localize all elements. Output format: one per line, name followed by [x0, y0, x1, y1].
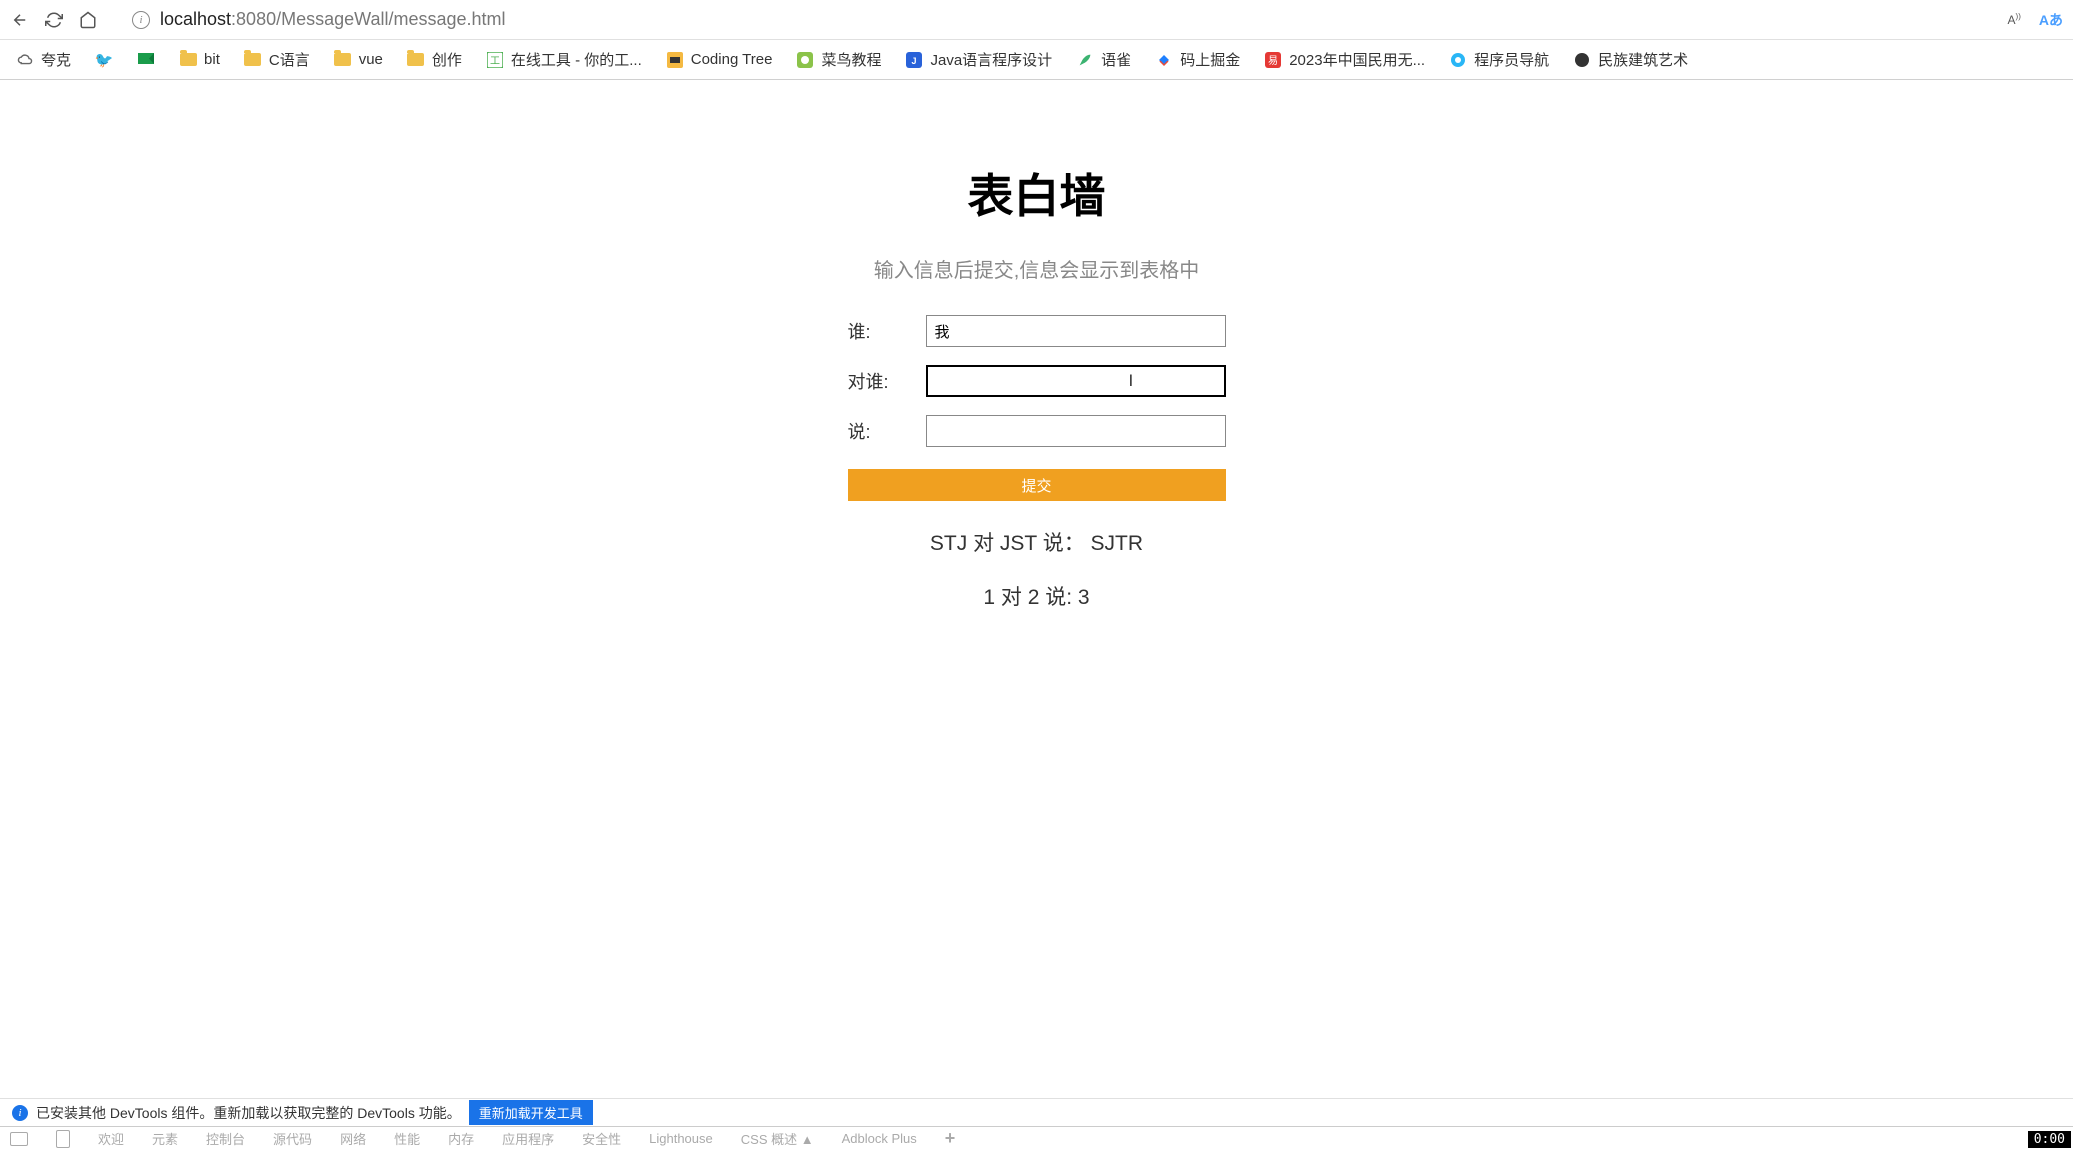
bird-icon: 🐦: [95, 51, 113, 69]
juejin-icon: [1155, 51, 1173, 69]
devtools-notice-text: 已安装其他 DevTools 组件。重新加载以获取完整的 DevTools 功能…: [36, 1103, 461, 1123]
bookmark-label: Coding Tree: [691, 51, 773, 68]
form-row-to: 对谁: I: [847, 365, 1227, 397]
label-to: 对谁:: [848, 368, 926, 394]
devtools-tab[interactable]: 内存: [448, 1129, 474, 1148]
add-tab-icon[interactable]: +: [945, 1128, 956, 1149]
bookmark-item[interactable]: bit: [179, 51, 220, 69]
devtools-tab[interactable]: 欢迎: [98, 1129, 124, 1148]
form-row-who: 谁:: [847, 315, 1227, 347]
input-say[interactable]: [926, 415, 1226, 447]
devtools-tab[interactable]: Adblock Plus: [842, 1131, 917, 1146]
devtools-tabs: 欢迎 元素 控制台 源代码 网络 性能 内存 应用程序 安全性 Lighthou…: [0, 1126, 2073, 1150]
time-overlay: 0:00: [2028, 1131, 2071, 1148]
devtools-tab[interactable]: CSS 概述 ▲: [741, 1129, 814, 1148]
bookmark-label: Java语言程序设计: [930, 49, 1052, 70]
refresh-button[interactable]: [44, 10, 64, 30]
feather-icon: [1076, 51, 1094, 69]
submit-button[interactable]: 提交: [848, 469, 1226, 501]
device-icon[interactable]: [56, 1130, 70, 1148]
label-who: 谁:: [848, 318, 926, 344]
address-bar[interactable]: i localhost:8080/MessageWall/message.htm…: [132, 9, 1994, 30]
translate-icon[interactable]: Aあ: [2039, 10, 2063, 30]
url-text: localhost:8080/MessageWall/message.html: [160, 9, 506, 30]
back-button[interactable]: [10, 10, 30, 30]
bookmark-item[interactable]: 夸克: [16, 49, 71, 70]
svg-text:易: 易: [1268, 55, 1278, 67]
page-title: 表白墙: [847, 160, 1227, 226]
bookmark-item[interactable]: vue: [334, 51, 383, 69]
site-info-icon[interactable]: i: [132, 11, 150, 29]
devtools-tab[interactable]: 网络: [340, 1129, 366, 1148]
message-item: 1 对 2 说: 3: [847, 581, 1227, 611]
bookmark-label: 在线工具 - 你的工...: [511, 49, 642, 70]
message-wall-form: 表白墙 输入信息后提交,信息会显示到表格中 谁: 对谁: I 说: 提交 STJ…: [847, 160, 1227, 611]
bookmark-label: 创作: [432, 49, 462, 70]
page-viewport: 表白墙 输入信息后提交,信息会显示到表格中 谁: 对谁: I 说: 提交 STJ…: [0, 80, 2073, 1102]
bookmark-item[interactable]: 🐦: [95, 51, 113, 69]
toolbar-right: A)) Aあ: [2008, 10, 2063, 30]
folder-icon: [334, 51, 352, 69]
bookmark-item[interactable]: 语雀: [1076, 49, 1131, 70]
devtools-tab[interactable]: 性能: [394, 1129, 420, 1148]
devtools-tab[interactable]: 控制台: [206, 1129, 245, 1148]
input-to[interactable]: [926, 365, 1226, 397]
cloud-icon: [16, 51, 34, 69]
browser-toolbar: i localhost:8080/MessageWall/message.htm…: [0, 0, 2073, 40]
bookmark-item[interactable]: 易 2023年中国民用无...: [1264, 49, 1425, 70]
bookmark-label: 程序员导航: [1474, 49, 1549, 70]
form-row-say: 说:: [847, 415, 1227, 447]
info-icon: i: [12, 1105, 28, 1121]
code-icon: [666, 51, 684, 69]
devtools-tab[interactable]: 元素: [152, 1129, 178, 1148]
devtools-tab[interactable]: 源代码: [273, 1129, 312, 1148]
bookmark-label: 码上掘金: [1180, 49, 1240, 70]
reload-devtools-button[interactable]: 重新加载开发工具: [469, 1100, 593, 1125]
inspect-icon[interactable]: [10, 1132, 28, 1146]
bookmark-label: vue: [359, 51, 383, 68]
bookmark-label: 夸克: [41, 49, 71, 70]
bookmarks-bar: 夸克 🐦 bit C语言 vue 创作 工 在线工具 - 你的工... Codi…: [0, 40, 2073, 80]
devtools-notice-bar: i 已安装其他 DevTools 组件。重新加载以获取完整的 DevTools …: [0, 1098, 2073, 1126]
folder-icon: [244, 51, 262, 69]
flag-icon: [137, 51, 155, 69]
svg-text:工: 工: [490, 56, 500, 67]
bookmark-item[interactable]: 菜鸟教程: [796, 49, 881, 70]
bookmark-label: bit: [204, 51, 220, 68]
bookmark-label: 菜鸟教程: [821, 49, 881, 70]
folder-icon: [179, 51, 197, 69]
bookmark-item[interactable]: C语言: [244, 49, 310, 70]
devtools-tab[interactable]: 应用程序: [502, 1129, 554, 1148]
runoob-icon: [796, 51, 814, 69]
bookmark-item[interactable]: [137, 51, 155, 69]
tool-icon: 工: [486, 51, 504, 69]
bookmark-item[interactable]: Coding Tree: [666, 51, 773, 69]
devtools-tab[interactable]: Lighthouse: [649, 1131, 713, 1146]
folder-icon: [407, 51, 425, 69]
input-who[interactable]: [926, 315, 1226, 347]
bookmark-label: 语雀: [1101, 49, 1131, 70]
blue-icon: [1449, 51, 1467, 69]
bookmark-label: 民族建筑艺术: [1598, 49, 1688, 70]
red-icon: 易: [1264, 51, 1282, 69]
devtools-tab[interactable]: 安全性: [582, 1129, 621, 1148]
bookmark-item[interactable]: 工 在线工具 - 你的工...: [486, 49, 642, 70]
message-item: STJ 对 JST 说： SJTR: [847, 527, 1227, 557]
bookmark-item[interactable]: 民族建筑艺术: [1573, 49, 1688, 70]
bookmark-label: 2023年中国民用无...: [1289, 49, 1425, 70]
bookmark-item[interactable]: 码上掘金: [1155, 49, 1240, 70]
label-say: 说:: [848, 418, 926, 444]
bookmark-label: C语言: [269, 49, 310, 70]
bookmark-item[interactable]: 程序员导航: [1449, 49, 1549, 70]
bookmark-item[interactable]: 创作: [407, 49, 462, 70]
dark-icon: [1573, 51, 1591, 69]
home-button[interactable]: [78, 10, 98, 30]
page-subtitle: 输入信息后提交,信息会显示到表格中: [847, 254, 1227, 283]
font-size-icon[interactable]: A)): [2008, 12, 2021, 27]
java-icon: J: [905, 51, 923, 69]
svg-text:J: J: [912, 56, 917, 66]
bookmark-item[interactable]: J Java语言程序设计: [905, 49, 1052, 70]
